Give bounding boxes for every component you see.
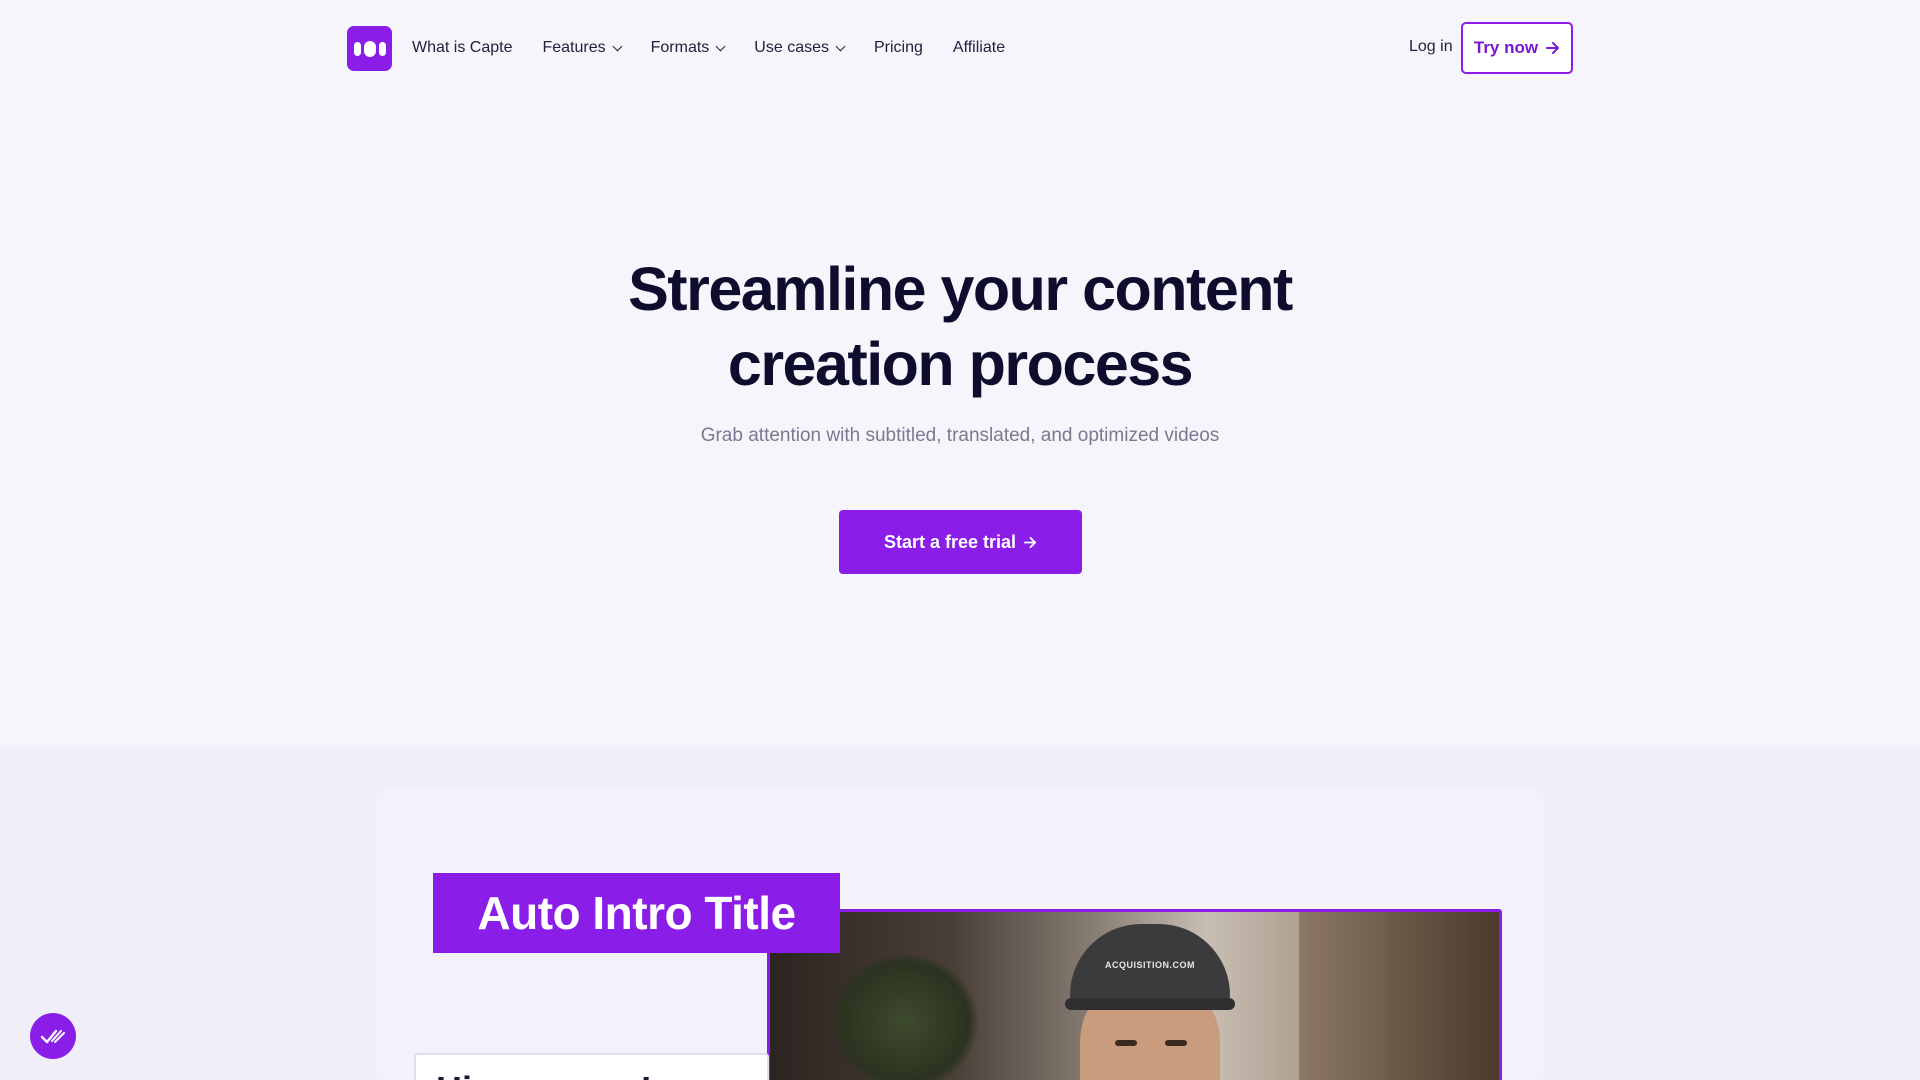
demo-video[interactable]: ACQUISITION.COM xyxy=(767,909,1502,1080)
logo-icon[interactable] xyxy=(347,26,392,71)
double-check-icon xyxy=(40,1029,65,1044)
nav-item-label: What is Capte xyxy=(412,39,513,56)
nav-item-formats[interactable]: Formats xyxy=(650,39,726,57)
video-eye-left xyxy=(1115,1040,1137,1046)
nav-item-label: Formats xyxy=(650,39,710,56)
auto-intro-title: Auto Intro Title xyxy=(433,873,840,953)
nav-item-use-cases[interactable]: Use cases xyxy=(754,39,846,57)
cap-text: ACQUISITION.COM xyxy=(1105,960,1195,970)
try-now-button[interactable]: Try now xyxy=(1461,22,1573,74)
hero-title-line-2: creation process xyxy=(727,330,1194,398)
arrow-right-icon xyxy=(1024,536,1037,548)
nav-item-features[interactable]: Features xyxy=(542,39,623,57)
nav-item-label: Features xyxy=(542,39,606,56)
login-link[interactable]: Log in xyxy=(1409,38,1453,56)
nav-item-label: Use cases xyxy=(754,39,829,56)
video-eye-right xyxy=(1165,1040,1187,1046)
cta-label: Start a free trial xyxy=(883,531,1017,552)
hero-title-line-1: Streamline your content xyxy=(628,255,1293,323)
chevron-down-icon xyxy=(835,41,846,51)
try-now-label: Try now xyxy=(1473,38,1539,57)
nav-item-what-is-capte[interactable]: What is Capte xyxy=(412,39,512,57)
chevron-down-icon xyxy=(612,41,623,51)
chevron-down-icon xyxy=(715,41,726,51)
hero-subtitle: Grab attention with subtitled, translate… xyxy=(700,425,1220,446)
nav-item-label: Pricing xyxy=(874,39,923,56)
arrow-right-icon xyxy=(1546,42,1560,54)
video-cap-brim xyxy=(1065,998,1235,1010)
hero-title: Streamline your content creation process xyxy=(0,252,1920,402)
video-plant xyxy=(830,952,980,1080)
start-free-trial-button[interactable]: Start a free trial xyxy=(839,510,1082,574)
chat-check-icon[interactable] xyxy=(30,1013,76,1059)
main-nav: What is Capte Features Formats Use cases… xyxy=(412,36,1005,60)
nav-item-pricing[interactable]: Pricing xyxy=(874,39,923,57)
nav-item-label: Affiliate xyxy=(952,39,1006,56)
video-background-frame xyxy=(1299,912,1499,1080)
caption-preview: Hi everyone! xyxy=(414,1053,769,1080)
site-header: What is Capte Features Formats Use cases… xyxy=(0,0,1920,96)
nav-item-affiliate[interactable]: Affiliate xyxy=(953,39,1005,57)
